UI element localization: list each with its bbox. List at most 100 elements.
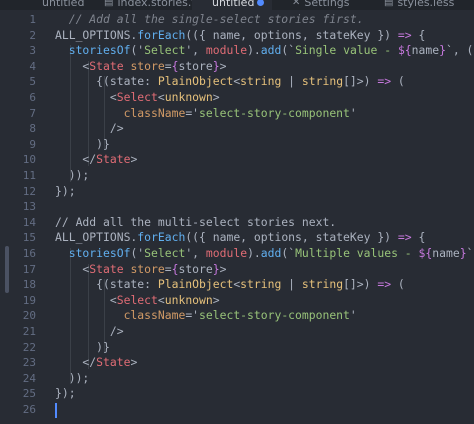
code-token: forEach [137, 230, 186, 245]
code-token: add [260, 43, 282, 58]
code-token: store [178, 58, 213, 73]
code-token: /> [55, 121, 124, 136]
code-token: select-story-component [199, 105, 350, 120]
code-token: State [89, 58, 124, 73]
tab-settings[interactable]: ✕ Settings [292, 0, 350, 10]
code-token: Select [144, 43, 186, 58]
line-number: 13 [22, 200, 36, 214]
code-line[interactable]: }); [55, 184, 76, 200]
code-token: Single value - [295, 43, 398, 58]
code-token: )} [55, 136, 110, 151]
code-line[interactable]: )} [55, 137, 110, 153]
code-token: } [439, 43, 446, 58]
tab-styles-less[interactable]: ▤ styles.less [384, 0, 454, 10]
code-token: []>) [343, 277, 378, 292]
code-token: ' [349, 308, 357, 323]
code-line[interactable]: ALL_OPTIONS.forEach(({ name, options, st… [55, 28, 425, 44]
code-token: ALL_OPTIONS. [55, 27, 138, 42]
code-token: < [55, 261, 90, 276]
wrench-icon: ✕ [292, 0, 301, 8]
code-token: > [212, 90, 220, 104]
code-token: (' [130, 43, 145, 58]
code-token: store [130, 58, 165, 73]
code-token: store [130, 261, 165, 276]
code-token: }); [55, 386, 76, 401]
code-line[interactable]: // Add all the multi-select stories next… [55, 215, 336, 231]
code-line[interactable]: <Select<unknown> [55, 90, 220, 106]
code-line[interactable]: /> [55, 121, 124, 137]
line-number: 11 [22, 169, 36, 182]
code-token: )); [55, 370, 90, 385]
line-number: 7 [29, 106, 36, 120]
code-token: )); [55, 168, 90, 182]
code-token: forEach [137, 27, 186, 42]
code-token: string [240, 74, 282, 89]
code-line[interactable]: // Add all the single-select stories fir… [55, 12, 364, 28]
code-token: =' [185, 308, 200, 323]
code-token: } [212, 58, 220, 73]
code-token: | [281, 74, 302, 89]
code-token: // Add all the single-select stories fir… [55, 12, 364, 26]
code-token: ${ [418, 246, 433, 260]
code-token: ${ [397, 43, 412, 58]
code-token: ALL_OPTIONS. [55, 230, 138, 245]
code-token: > [219, 261, 227, 276]
code-token: `, () [466, 246, 474, 260]
code-line[interactable]: <State store={store}> [55, 262, 226, 278]
code-token: (` [281, 246, 296, 260]
code-token: } [459, 246, 467, 260]
code-token: Select [116, 90, 158, 104]
tab-label: Settings [304, 0, 350, 9]
code-line[interactable]: </State> [55, 355, 137, 371]
code-token: < [157, 90, 165, 104]
code-token: module [205, 43, 248, 58]
code-line[interactable]: className='select-story-component' [55, 308, 357, 324]
code-token: ( [391, 74, 405, 89]
code-line[interactable]: storiesOf('Select', module).add(`Single … [55, 43, 474, 59]
code-token: ', [185, 246, 206, 260]
code-line[interactable]: )); [55, 168, 90, 184]
tab-untitled-1[interactable]: untitled [42, 0, 84, 10]
line-number: 9 [29, 137, 36, 151]
code-token: | [281, 277, 302, 292]
code-token: Select [144, 246, 186, 260]
code-token: unknown [164, 90, 213, 104]
code-line[interactable]: }); [55, 386, 76, 402]
line-number: 25 [22, 387, 36, 401]
code-line[interactable]: )); [55, 370, 90, 387]
code-token: { [411, 27, 426, 42]
code-line[interactable]: {(state: PlainObject<string | string[]>)… [55, 277, 405, 293]
line-number: 21 [22, 325, 36, 338]
code-line[interactable]: storiesOf('Select', module).add(`Multipl… [55, 246, 474, 262]
code-line[interactable]: <Select<unknown> [55, 293, 220, 309]
file-icon: ▤ [104, 0, 114, 8]
code-token: storiesOf [68, 246, 131, 260]
tab-untitled-active[interactable]: untitled [192, 0, 272, 10]
line-number: 15 [22, 231, 36, 245]
code-token: =' [185, 105, 200, 120]
code-line[interactable]: </State> [55, 152, 137, 168]
code-line[interactable]: /> [55, 324, 124, 340]
code-token: > [212, 292, 220, 307]
code-token: select-story-component [199, 308, 350, 323]
code-token: { [411, 230, 426, 245]
code-token: string [301, 74, 344, 89]
line-number: 16 [22, 247, 36, 260]
code-token: > [130, 355, 138, 370]
code-editor[interactable]: 1 // Add all the single-select stories f… [0, 10, 474, 424]
code-token: => [377, 74, 392, 89]
code-line[interactable]: {(state: PlainObject<string | string[]>)… [55, 74, 405, 90]
code-line[interactable]: className='select-story-component' [55, 106, 357, 122]
code-token: (' [130, 246, 145, 260]
code-line[interactable]: <State store={store}> [55, 59, 226, 75]
modified-dot-icon[interactable] [257, 0, 264, 6]
code-line[interactable]: )} [55, 340, 110, 356]
tab-label: untitled [42, 0, 85, 9]
code-token: // Add all the multi-select stories next… [55, 214, 337, 229]
line-number: 12 [22, 184, 36, 198]
code-line[interactable]: ALL_OPTIONS.forEach(({ name, options, st… [55, 230, 425, 246]
code-token: State [89, 261, 124, 276]
